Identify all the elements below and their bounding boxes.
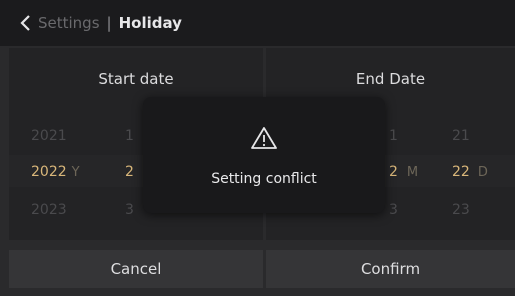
start-month-below[interactable]: 3 xyxy=(125,202,134,218)
end-month-selected[interactable]: 2M xyxy=(389,164,418,180)
confirm-button[interactable]: Confirm xyxy=(266,250,515,288)
end-month-below[interactable]: 3 xyxy=(389,202,398,218)
end-day-above[interactable]: 21 xyxy=(452,128,470,144)
breadcrumb-separator: | xyxy=(106,14,112,32)
breadcrumb-settings[interactable]: Settings xyxy=(38,14,100,32)
start-year-value: 2022 xyxy=(31,164,67,180)
conflict-message: Setting conflict xyxy=(211,171,317,187)
holiday-screen: Settings | Holiday Start date 2021 2022 Y… xyxy=(0,0,515,296)
chevron-left-icon xyxy=(20,15,30,31)
start-year-selected[interactable]: 2022 Y xyxy=(31,164,80,180)
start-month-selected[interactable]: 2 xyxy=(125,164,134,180)
start-year-below[interactable]: 2023 xyxy=(31,202,67,218)
start-month-above[interactable]: 1 xyxy=(125,128,134,144)
end-day-selected[interactable]: 22 D xyxy=(452,164,488,180)
year-unit-label: Y xyxy=(71,165,80,180)
page-title: Holiday xyxy=(118,14,182,32)
header-bar: Settings | Holiday xyxy=(0,0,515,46)
end-month-above[interactable]: 1 xyxy=(389,128,398,144)
conflict-dialog: Setting conflict xyxy=(143,97,385,213)
end-day-value: 22 xyxy=(452,164,470,180)
month-unit-label: M xyxy=(406,165,419,180)
back-button[interactable] xyxy=(14,12,36,34)
start-date-title: Start date xyxy=(98,70,174,88)
end-month-value: 2 xyxy=(389,164,398,180)
end-date-title: End Date xyxy=(355,70,426,88)
day-unit-label: D xyxy=(477,165,488,180)
end-day-below[interactable]: 23 xyxy=(452,202,470,218)
cancel-button[interactable]: Cancel xyxy=(9,250,263,288)
warning-icon xyxy=(251,127,277,149)
start-year-above[interactable]: 2021 xyxy=(31,128,67,144)
